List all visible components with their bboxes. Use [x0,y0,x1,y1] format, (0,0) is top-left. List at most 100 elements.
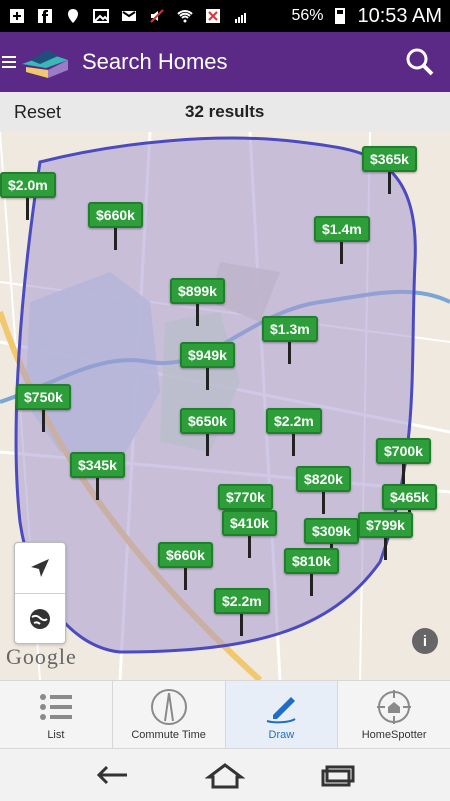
battery-icon [331,7,349,25]
price-marker[interactable]: $700k [376,438,431,486]
bottom-tabbar: List Commute Time Draw HomeSpotter [0,680,450,749]
marker-pin [401,464,405,486]
price-marker[interactable]: $810k [284,548,339,596]
price-tag: $345k [70,452,125,478]
globe-icon [30,609,50,629]
price-tag: $660k [158,542,213,568]
price-tag: $2.2m [214,588,270,614]
marker-pin [95,478,99,500]
price-marker[interactable]: $2.2m [214,588,270,636]
price-marker[interactable]: $365k [362,146,417,194]
info-button[interactable]: i [412,628,438,654]
marker-pin [309,574,313,596]
tab-label: Commute Time [131,729,206,741]
marker-pin [292,434,296,456]
price-marker[interactable]: $1.3m [262,316,318,364]
marker-pin [387,172,391,194]
price-tag: $1.4m [314,216,370,242]
system-navbar [0,748,450,801]
page-title: Search Homes [82,49,228,74]
navigation-arrow-icon [31,559,49,577]
wifi-icon [176,7,194,25]
reset-button[interactable]: Reset [14,102,61,123]
map-view[interactable]: $2.0m $660k $1.4m $365k $899k $1.3m $949… [0,132,450,680]
status-bar: 56% 10:53 AM [0,0,450,32]
my-location-button[interactable] [15,543,65,593]
marker-pin [383,538,387,560]
price-tag: $799k [358,512,413,538]
price-marker[interactable]: $2.2m [266,408,322,456]
tab-list[interactable]: List [0,681,113,749]
status-bar-right: 56% 10:53 AM [291,5,450,28]
tab-label: List [47,729,65,741]
price-marker[interactable]: $820k [296,466,351,514]
results-count: 32 results [185,102,265,121]
tab-commute-time[interactable]: Commute Time [113,681,226,749]
email-icon [120,7,138,25]
search-icon [406,48,434,76]
status-bar-left-icons [0,7,250,25]
price-tag: $365k [362,146,417,172]
clock: 10:53 AM [357,4,442,27]
tab-draw[interactable]: Draw [225,681,339,749]
price-tag: $770k [218,484,273,510]
price-tag: $810k [284,548,339,574]
price-marker[interactable]: $1.4m [314,216,370,264]
marker-pin [340,242,344,264]
image-icon [92,7,110,25]
price-marker[interactable]: $750k [16,384,71,432]
marker-pin [26,198,30,220]
marker-pin [205,434,209,456]
price-tag: $309k [304,518,359,544]
tab-label: HomeSpotter [361,729,427,741]
price-marker[interactable]: $799k [358,512,413,560]
search-button[interactable] [400,42,440,82]
map-controls [14,542,66,644]
results-bar: Reset 32 results [0,92,450,133]
list-icon [36,687,76,727]
marker-pin [321,492,325,514]
price-marker[interactable]: $2.0m [0,172,56,220]
menu-icon[interactable] [0,32,18,92]
map-layers-button[interactable] [15,593,65,644]
no-signal-icon [204,7,222,25]
signal-icon [232,7,250,25]
road-icon [149,687,189,727]
location-icon [64,7,82,25]
price-tag: $700k [376,438,431,464]
price-marker[interactable]: $899k [170,278,225,326]
price-tag: $650k [180,408,235,434]
app-bar: Search Homes [0,32,450,92]
price-marker[interactable]: $410k [222,510,277,558]
price-tag: $899k [170,278,225,304]
marker-pin [288,342,292,364]
marker-pin [195,304,199,326]
price-marker[interactable]: $660k [88,202,143,250]
price-marker[interactable]: $650k [180,408,235,456]
price-tag: $660k [88,202,143,228]
marker-pin [41,410,45,432]
homespotter-icon [374,687,414,727]
recent-apps-button[interactable] [317,761,357,789]
battery-percent: 56% [291,7,324,24]
back-button[interactable] [93,761,133,789]
recent-apps-icon [321,765,355,787]
pen-icon [261,687,301,727]
price-tag: $820k [296,466,351,492]
price-tag: $410k [222,510,277,536]
marker-pin [240,614,244,636]
tab-homespotter[interactable]: HomeSpotter [338,681,450,749]
home-icon [205,763,245,789]
marker-pin [113,228,117,250]
mute-icon [148,7,166,25]
price-marker[interactable]: $660k [158,542,213,590]
marker-pin [247,536,251,558]
price-tag: $465k [382,484,437,510]
facebook-icon [36,7,54,25]
home-button[interactable] [205,761,245,789]
price-marker[interactable]: $345k [70,452,125,500]
price-marker[interactable]: $949k [180,342,235,390]
app-logo [20,42,72,82]
price-tag: $949k [180,342,235,368]
google-logo: Google [6,644,77,669]
